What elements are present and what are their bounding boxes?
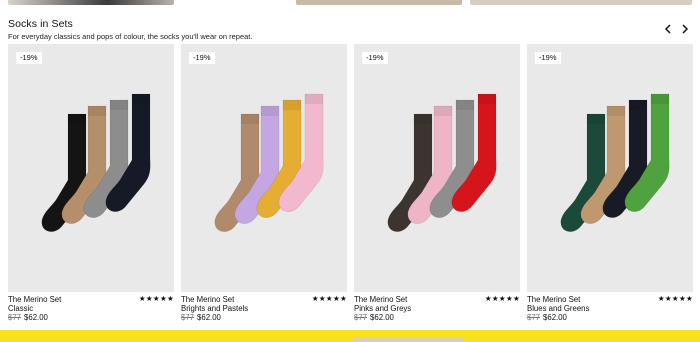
rating-stars: ★★★★★ [311, 294, 347, 303]
chevron-right-icon [682, 24, 689, 34]
carousel-prev-button[interactable] [661, 22, 675, 36]
product-variant: Classic [8, 304, 34, 313]
discount-badge: -19% [535, 52, 561, 64]
product-image[interactable]: -19% [181, 44, 347, 292]
chevron-left-icon [664, 24, 671, 34]
product-image[interactable]: -19% [354, 44, 520, 292]
sale-price: $62.00 [370, 313, 394, 322]
strip-image-1 [8, 0, 174, 5]
old-price: $77 [8, 313, 22, 322]
sale-price: $62.00 [197, 313, 221, 322]
product-variant: Pinks and Greys [354, 304, 412, 313]
product-image[interactable]: -19% [527, 44, 693, 292]
product-card[interactable]: -19% The Merino Set Pinks and Greys $77 $… [354, 44, 520, 328]
product-name[interactable]: The Merino Set [181, 295, 234, 304]
product-card[interactable]: -19% The Merino Set Blues and Greens $77… [527, 44, 693, 328]
product-card[interactable]: -19% The Merino Set Classic $77 $62.00 ★★… [8, 44, 174, 328]
rating-stars: ★★★★★ [138, 294, 174, 303]
product-price: $77 $62.00 [181, 313, 221, 322]
promo-banner[interactable] [0, 330, 700, 342]
sale-price: $62.00 [24, 313, 48, 322]
section-subtitle: For everyday classics and pops of colour… [8, 32, 253, 41]
socks-image [560, 93, 670, 232]
product-price: $77 $62.00 [527, 313, 567, 322]
old-price: $77 [354, 313, 368, 322]
previous-section-image-strip [0, 0, 700, 5]
section-title: Socks in Sets [8, 18, 73, 30]
sale-price: $62.00 [543, 313, 567, 322]
socks-image [41, 93, 151, 232]
product-image[interactable]: -19% [8, 44, 174, 292]
product-price: $77 $62.00 [8, 313, 48, 322]
socks-image [387, 93, 497, 232]
discount-badge: -19% [16, 52, 42, 64]
strip-image-3 [470, 0, 692, 5]
product-name[interactable]: The Merino Set [354, 295, 407, 304]
product-price: $77 $62.00 [354, 313, 394, 322]
carousel-next-button[interactable] [678, 22, 692, 36]
product-variant: Blues and Greens [527, 304, 590, 313]
banner-image [354, 338, 464, 342]
rating-stars: ★★★★★ [484, 294, 520, 303]
discount-badge: -19% [189, 52, 215, 64]
product-name[interactable]: The Merino Set [527, 295, 580, 304]
product-variant: Brights and Pastels [181, 304, 249, 313]
rating-stars: ★★★★★ [657, 294, 693, 303]
discount-badge: -19% [362, 52, 388, 64]
old-price: $77 [181, 313, 195, 322]
product-card[interactable]: -19% The Merino Set Brights and Pastels … [181, 44, 347, 328]
socks-image [214, 93, 324, 232]
product-name[interactable]: The Merino Set [8, 295, 61, 304]
old-price: $77 [527, 313, 541, 322]
strip-image-2 [296, 0, 462, 5]
